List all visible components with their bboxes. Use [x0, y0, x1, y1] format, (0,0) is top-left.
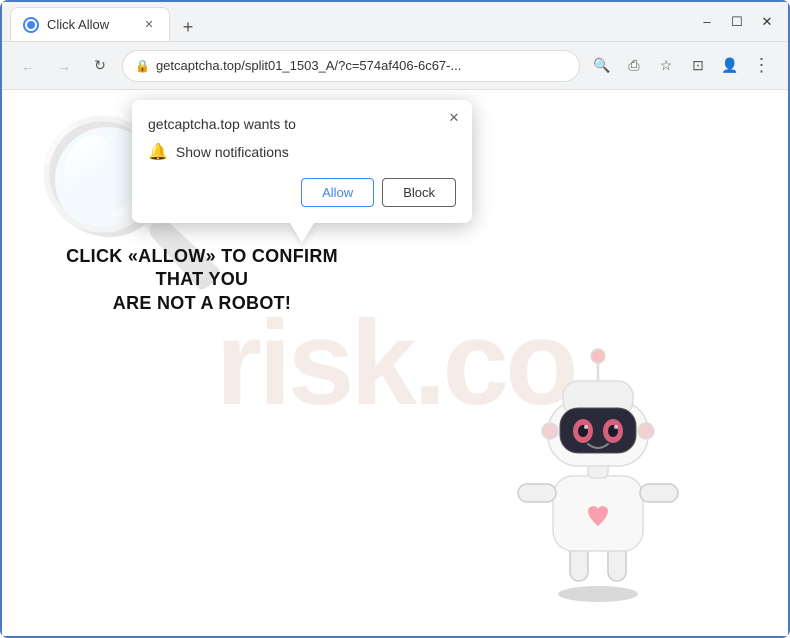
tab-title: Click Allow [47, 17, 133, 32]
url-text: getcaptcha.top/split01_1503_A/?c=574af40… [156, 58, 567, 73]
popup-title: getcaptcha.top wants to [148, 116, 456, 132]
forward-button[interactable]: → [50, 52, 78, 80]
robot-illustration [488, 326, 708, 606]
minimize-button[interactable]: – [694, 9, 720, 35]
close-button[interactable]: ✕ [754, 9, 780, 35]
popup-close-button[interactable]: ✕ [444, 108, 464, 128]
menu-button[interactable]: ⋮ [748, 52, 776, 80]
reload-button[interactable]: ↻ [86, 52, 114, 80]
sidebar-button[interactable]: ⊡ [684, 52, 712, 80]
tab-favicon [23, 17, 39, 33]
address-actions: 🔍 ⎙ ☆ ⊡ 👤 ⋮ [588, 52, 776, 80]
page-content: risk.co 🔍 ✕ getcaptcha.top wants to 🔔 Sh… [2, 90, 788, 636]
back-button[interactable]: ← [14, 52, 42, 80]
share-button[interactable]: ⎙ [620, 52, 648, 80]
tab-close-button[interactable]: ✕ [141, 17, 157, 33]
heading-text: CLICK «ALLOW» TO CONFIRM THAT YOU ARE NO… [66, 246, 338, 313]
search-button[interactable]: 🔍 [588, 52, 616, 80]
bookmark-button[interactable]: ☆ [652, 52, 680, 80]
notification-row: 🔔 Show notifications [148, 142, 456, 162]
notification-popup: ✕ getcaptcha.top wants to 🔔 Show notific… [132, 100, 472, 223]
title-bar: Click Allow ✕ + – ☐ ✕ [2, 2, 788, 42]
notification-label: Show notifications [176, 144, 289, 160]
lock-icon: 🔒 [135, 59, 150, 73]
profile-button[interactable]: 👤 [716, 52, 744, 80]
block-button[interactable]: Block [382, 178, 456, 207]
new-tab-button[interactable]: + [174, 13, 202, 41]
tab-area: Click Allow ✕ + [10, 2, 686, 41]
address-bar: ← → ↻ 🔒 getcaptcha.top/split01_1503_A/?c… [2, 42, 788, 90]
bubble-tail [290, 223, 314, 243]
bell-icon: 🔔 [148, 142, 168, 162]
url-bar[interactable]: 🔒 getcaptcha.top/split01_1503_A/?c=574af… [122, 50, 580, 82]
allow-button[interactable]: Allow [301, 178, 374, 207]
active-tab[interactable]: Click Allow ✕ [10, 7, 170, 41]
maximize-button[interactable]: ☐ [724, 9, 750, 35]
popup-buttons: Allow Block [148, 178, 456, 207]
main-heading: CLICK «ALLOW» TO CONFIRM THAT YOU ARE NO… [52, 245, 352, 315]
window-controls: – ☐ ✕ [694, 9, 780, 35]
